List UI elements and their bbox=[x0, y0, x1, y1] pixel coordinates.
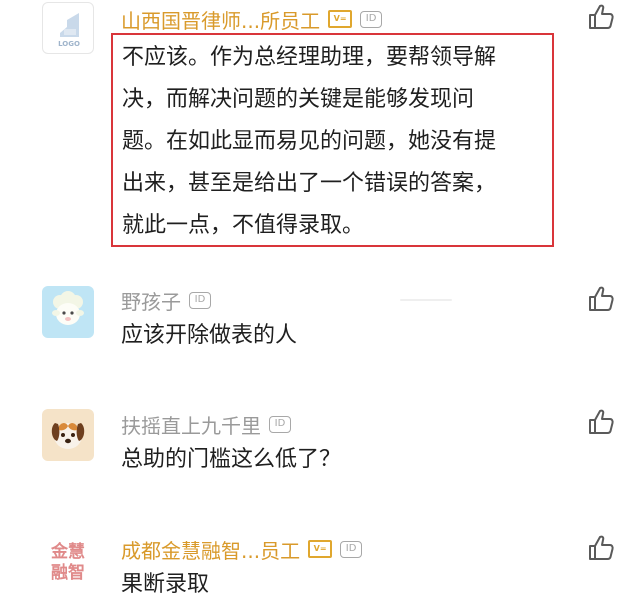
avatar[interactable] bbox=[42, 286, 94, 338]
comment-item: LOGO 山西国晋律师...所员工 V= ID 不应该。作为总经理助理，要帮领导… bbox=[0, 0, 641, 260]
username[interactable]: 扶摇直上九千里 bbox=[121, 410, 261, 439]
id-badge: ID bbox=[269, 415, 291, 433]
like-thumb-icon[interactable] bbox=[587, 285, 615, 313]
avatar[interactable]: 金慧 融智 bbox=[42, 536, 94, 588]
comment-header: 野孩子 ID bbox=[121, 285, 211, 315]
comment-text-line: 出来，甚至是给出了一个错误的答案， bbox=[122, 171, 497, 196]
sheep-avatar-icon bbox=[52, 291, 84, 325]
comment-text: 果断录取 bbox=[121, 572, 210, 597]
id-badge: ID bbox=[340, 540, 363, 558]
comment-text-line: 就此一点，不值得录取。 bbox=[122, 213, 365, 238]
comment-text-line: 不应该。作为总经理助理，要帮领导解 bbox=[122, 45, 497, 70]
comment-text-line: 题。在如此显而易见的问题，她没有提 bbox=[122, 129, 497, 154]
highlight-box: 不应该。作为总经理助理，要帮领导解 决，而解决问题的关键是能够发现问 题。在如此… bbox=[111, 33, 554, 247]
verified-badge-icon: V= bbox=[328, 10, 353, 28]
like-thumb-icon[interactable] bbox=[587, 408, 615, 436]
faded-placeholder bbox=[400, 299, 452, 301]
username[interactable]: 山西国晋律师...所员工 bbox=[121, 5, 320, 34]
id-badge: ID bbox=[360, 10, 383, 28]
comment-text: 总助的门槛这么低了？ bbox=[121, 447, 342, 472]
comment-text-line: 决，而解决问题的关键是能够发现问 bbox=[122, 87, 475, 112]
comment-item: 金慧 融智 成都金慧融智...员工 V= ID 果断录取 bbox=[0, 530, 641, 610]
comment-header: 扶摇直上九千里 ID bbox=[121, 409, 291, 439]
comment-item: 扶摇直上九千里 ID 总助的门槛这么低了？ bbox=[0, 403, 641, 483]
avatar[interactable]: LOGO bbox=[42, 2, 94, 54]
comment-text: 应该开除做表的人 bbox=[121, 323, 298, 348]
like-thumb-icon[interactable] bbox=[587, 3, 615, 31]
comment-item: 野孩子 ID 应该开除做表的人 bbox=[0, 280, 641, 360]
verified-badge-icon: V= bbox=[308, 540, 333, 558]
id-badge: ID bbox=[189, 291, 211, 309]
username[interactable]: 野孩子 bbox=[121, 286, 181, 315]
like-thumb-icon[interactable] bbox=[587, 534, 615, 562]
comment-header: 成都金慧融智...员工 V= ID bbox=[121, 534, 363, 564]
comment-header: 山西国晋律师...所员工 V= ID bbox=[121, 4, 383, 34]
username[interactable]: 成都金慧融智...员工 bbox=[121, 535, 300, 564]
avatar[interactable] bbox=[42, 409, 94, 461]
avatar-logo-text: LOGO bbox=[58, 40, 80, 48]
avatar-text-top: 金慧 bbox=[51, 542, 85, 562]
avatar-text-bottom: 融智 bbox=[51, 563, 85, 583]
dog-avatar-icon bbox=[51, 423, 85, 449]
